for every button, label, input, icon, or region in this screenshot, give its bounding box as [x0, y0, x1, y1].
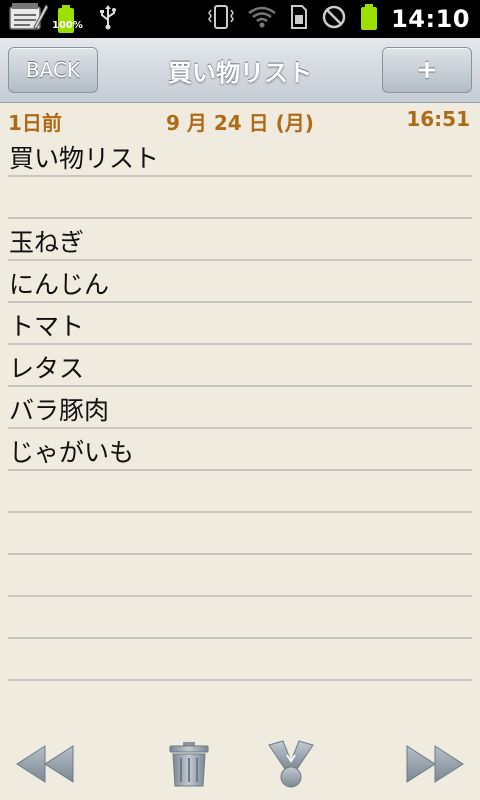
- clock: 14:10: [391, 5, 470, 33]
- wifi-icon: [247, 5, 277, 33]
- note-line[interactable]: [8, 177, 472, 219]
- delete-note-button[interactable]: [166, 738, 212, 794]
- share-note-button[interactable]: [266, 738, 316, 794]
- date-row: 1日前 9 月 24 日 (月) 16:51: [0, 103, 480, 135]
- note-time: 16:51: [406, 107, 470, 131]
- trash-icon: [168, 741, 210, 791]
- status-bar: 100% 14:10: [0, 0, 480, 38]
- note-line[interactable]: [8, 639, 472, 681]
- no-signal-icon: [321, 4, 347, 34]
- note-line[interactable]: [8, 555, 472, 597]
- note-line[interactable]: じゃがいも: [8, 429, 472, 471]
- title-bar: BACK 買い物リスト +: [0, 38, 480, 103]
- share-icon: [267, 739, 315, 793]
- note-line[interactable]: [8, 513, 472, 555]
- note-line[interactable]: [8, 471, 472, 513]
- back-button[interactable]: BACK: [8, 47, 98, 93]
- note-line[interactable]: トマト: [8, 303, 472, 345]
- note-line[interactable]: 玉ねぎ: [8, 219, 472, 261]
- note-line[interactable]: にんじん: [8, 261, 472, 303]
- battery-icon: [359, 3, 379, 35]
- note-line[interactable]: バラ豚肉: [8, 387, 472, 429]
- vibrate-icon: [207, 4, 235, 34]
- note-line[interactable]: 買い物リスト: [8, 135, 472, 177]
- page-title: 買い物リスト: [168, 58, 312, 87]
- note-line[interactable]: [8, 597, 472, 639]
- note-body[interactable]: 買い物リスト 玉ねぎ にんじん トマト レタス バラ豚肉 じゃがいも: [8, 135, 472, 681]
- battery-percent: 100%: [52, 20, 83, 31]
- status-bar-right: 14:10: [207, 0, 470, 38]
- rewind-icon: [15, 744, 75, 788]
- note-line[interactable]: レタス: [8, 345, 472, 387]
- fast-forward-icon: [405, 744, 465, 788]
- sim-icon: [289, 5, 309, 33]
- add-note-button[interactable]: +: [382, 47, 472, 93]
- bottom-toolbar: [0, 730, 480, 800]
- notepad-app-icon: [8, 1, 49, 37]
- previous-note-button[interactable]: [14, 738, 76, 794]
- next-note-button[interactable]: [404, 738, 466, 794]
- usb-icon: [98, 4, 118, 34]
